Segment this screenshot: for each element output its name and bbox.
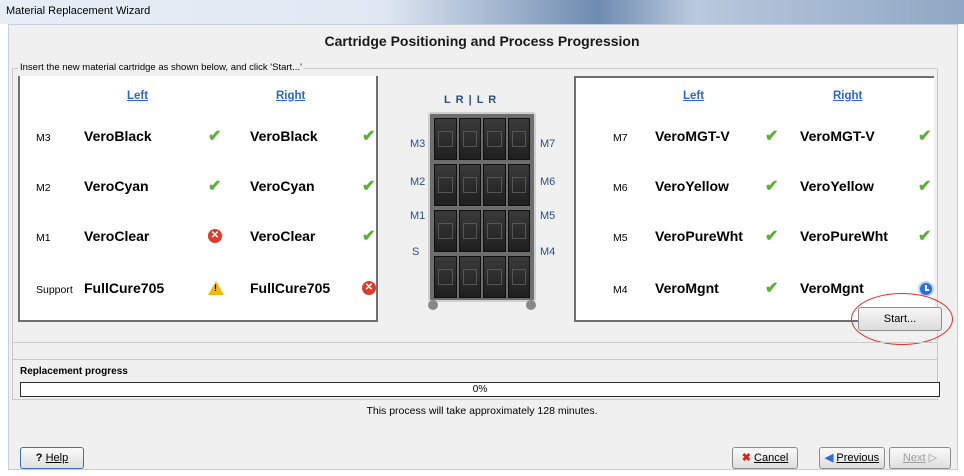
progress-value: 0% (472, 384, 488, 395)
left-material-name: VeroMGT-V (655, 128, 730, 144)
arrow-right-icon: ▷ (928, 452, 938, 464)
title-bar: Material Replacement Wizard (0, 0, 964, 24)
close-icon: ✖ (741, 452, 751, 464)
left-material-name: VeroPureWht (655, 228, 743, 244)
cabinet-illustration: L R | L R M3 M2 M1 S M7 M6 M5 M4 (398, 80, 568, 320)
previous-label: Previous (836, 452, 880, 464)
cab-label-m5: M5 (540, 210, 556, 222)
left-material-name: VeroCyan (84, 178, 149, 194)
slot-label: M7 (613, 132, 628, 144)
check-icon: ✔ (362, 228, 376, 245)
error-icon: ✕ (362, 281, 376, 295)
right-material-name: VeroMGT-V (800, 128, 875, 144)
left-material-name: VeroYellow (655, 178, 729, 194)
slot-label: M6 (613, 182, 628, 194)
check-icon: ✔ (918, 228, 932, 245)
right-material-name: VeroCyan (250, 178, 315, 194)
check-icon: ✔ (362, 178, 376, 195)
help-label: Help (45, 452, 69, 464)
check-icon: ✔ (765, 228, 779, 245)
right-material-name: VeroPureWht (800, 228, 888, 244)
check-icon: ✔ (918, 128, 932, 145)
cab-label-m4: M4 (540, 246, 556, 258)
cab-label-m3: M3 (410, 138, 426, 150)
progress-bar: 0% (20, 382, 940, 397)
cancel-label: Cancel (754, 452, 789, 464)
slot-label: M2 (36, 182, 51, 194)
progress-message: This process will take approximately 128… (366, 405, 598, 417)
check-icon: ✔ (765, 280, 779, 297)
check-icon: ✔ (765, 178, 779, 195)
cab-label-s: S (412, 246, 420, 258)
warning-icon: ! (208, 281, 224, 295)
left-material-name: VeroBlack (84, 128, 152, 144)
slot-label: M1 (36, 232, 51, 244)
cabinet-body (428, 112, 536, 302)
help-button[interactable]: ? Help (20, 447, 84, 469)
error-icon: ✕ (208, 229, 222, 243)
left-col-header: Left (127, 90, 149, 102)
slot-label: M5 (613, 232, 628, 244)
right-material-name: VeroMgnt (800, 280, 864, 296)
slot-label: M3 (36, 132, 51, 144)
check-icon: ✔ (362, 128, 376, 145)
left-material-name: VeroClear (84, 228, 150, 244)
cab-label-m7: M7 (540, 138, 556, 150)
cabinet-top-labels: L R | L R (444, 94, 498, 106)
start-button[interactable]: Start... (858, 307, 942, 331)
cab-label-m1: M1 (410, 210, 426, 222)
right-material-name: VeroBlack (250, 128, 318, 144)
left-col-header: Left (683, 90, 705, 102)
right-material-name: VeroYellow (800, 178, 874, 194)
window-title: Material Replacement Wizard (6, 5, 151, 17)
page-title: Cartridge Positioning and Process Progre… (324, 33, 640, 49)
right-material-name: FullCure705 (250, 280, 331, 296)
check-icon: ✔ (208, 128, 222, 145)
left-material-name: VeroMgnt (655, 280, 719, 296)
next-label: Next (902, 452, 926, 464)
cab-label-m6: M6 (540, 176, 556, 188)
cancel-button[interactable]: ✖ Cancel (732, 447, 798, 469)
right-col-header: Right (833, 90, 863, 102)
cab-label-m2: M2 (410, 176, 426, 188)
check-icon: ✔ (918, 178, 932, 195)
right-col-header: Right (276, 90, 306, 102)
right-cartridge-panel (574, 76, 934, 322)
help-icon: ? (35, 452, 43, 464)
progress-title: Replacement progress (18, 366, 130, 377)
instruction-text: Insert the new material cartridge as sho… (18, 62, 304, 73)
previous-button[interactable]: ◀ Previous (819, 447, 885, 469)
left-material-name: FullCure705 (84, 280, 165, 296)
check-icon: ✔ (208, 178, 222, 195)
arrow-left-icon: ◀ (824, 452, 834, 464)
slot-label: M4 (613, 284, 628, 296)
check-icon: ✔ (765, 128, 779, 145)
slot-label: Support (36, 284, 73, 296)
right-material-name: VeroClear (250, 228, 316, 244)
next-button[interactable]: Next ▷ (889, 447, 951, 469)
